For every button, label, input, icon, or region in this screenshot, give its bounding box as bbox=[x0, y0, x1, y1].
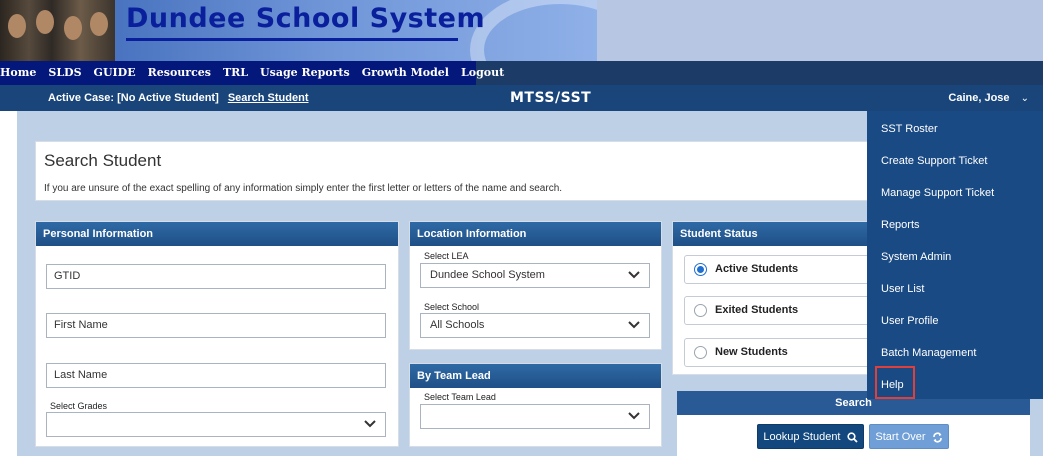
nav-resources[interactable]: Resources bbox=[142, 61, 217, 85]
chevron-down-icon bbox=[628, 320, 640, 330]
site-banner: Dundee School System bbox=[0, 0, 1043, 61]
nav-trl[interactable]: TRL bbox=[217, 61, 254, 85]
banner-photo bbox=[0, 0, 115, 61]
menu-item-batch-management[interactable]: Batch Management bbox=[881, 347, 976, 359]
search-student-link[interactable]: Search Student bbox=[228, 92, 309, 104]
gtid-input[interactable]: GTID bbox=[46, 264, 386, 289]
school-label: Select School bbox=[424, 302, 480, 312]
chevron-down-icon: ⌄ bbox=[1020, 93, 1029, 104]
nav-logout[interactable]: Logout bbox=[455, 61, 510, 85]
radio-selected-icon bbox=[694, 263, 707, 276]
lookup-student-label: Lookup Student bbox=[763, 431, 841, 443]
nav-guide[interactable]: GUIDE bbox=[88, 61, 142, 85]
nav-home[interactable]: Home bbox=[0, 61, 42, 85]
chevron-down-icon bbox=[364, 419, 376, 429]
menu-item-reports[interactable]: Reports bbox=[881, 219, 920, 231]
page-title: Search Student bbox=[44, 151, 162, 170]
menu-item-user-list[interactable]: User List bbox=[881, 283, 924, 295]
grades-label: Select Grades bbox=[50, 401, 108, 411]
lookup-student-button[interactable]: Lookup Student bbox=[757, 424, 864, 449]
lea-value: Dundee School System bbox=[430, 269, 545, 281]
search-icon bbox=[846, 431, 858, 443]
user-name: Caine, Jose bbox=[948, 92, 1010, 104]
menu-item-manage-support-ticket[interactable]: Manage Support Ticket bbox=[881, 187, 994, 199]
case-bar: Active Case: [No Active Student] Search … bbox=[0, 85, 1043, 111]
banner-decoration bbox=[470, 0, 597, 61]
team-lead-label: Select Team Lead bbox=[424, 392, 496, 402]
first-name-input[interactable]: First Name bbox=[46, 313, 386, 338]
lea-select[interactable]: Dundee School System bbox=[420, 263, 650, 288]
search-hint: If you are unsure of the exact spelling … bbox=[44, 183, 563, 194]
nav-slds[interactable]: SLDS bbox=[42, 61, 87, 85]
location-info-heading: Location Information bbox=[410, 222, 661, 246]
menu-item-system-admin[interactable]: System Admin bbox=[881, 251, 951, 263]
module-title: MTSS/SST bbox=[510, 90, 592, 106]
search-header-card: Search Student If you are unsure of the … bbox=[35, 141, 985, 201]
chevron-down-icon bbox=[628, 411, 640, 421]
nav-growth-model[interactable]: Growth Model bbox=[356, 61, 455, 85]
menu-item-user-profile[interactable]: User Profile bbox=[881, 315, 938, 327]
user-menu-toggle[interactable]: Caine, Jose ⌄ bbox=[948, 92, 1029, 104]
help-highlight-box bbox=[875, 366, 915, 399]
user-dropdown-menu: SST Roster Create Support Ticket Manage … bbox=[867, 111, 1043, 399]
radio-unselected-icon bbox=[694, 346, 707, 359]
team-lead-heading: By Team Lead bbox=[410, 364, 661, 388]
school-value: All Schools bbox=[430, 319, 485, 331]
radio-unselected-icon bbox=[694, 304, 707, 317]
banner-title: Dundee School System bbox=[126, 3, 486, 34]
active-case-text: Active Case: [No Active Student] bbox=[48, 92, 219, 104]
menu-item-sst-roster[interactable]: SST Roster bbox=[881, 123, 938, 135]
status-exited-label: Exited Students bbox=[715, 304, 799, 316]
menu-item-create-support-ticket[interactable]: Create Support Ticket bbox=[881, 155, 987, 167]
main-nav: Home SLDS GUIDE Resources TRL Usage Repo… bbox=[0, 61, 1043, 85]
start-over-label: Start Over bbox=[875, 431, 926, 443]
active-case: Active Case: [No Active Student] Search … bbox=[48, 92, 309, 104]
refresh-icon bbox=[932, 432, 943, 443]
status-new-label: New Students bbox=[715, 346, 788, 358]
start-over-button[interactable]: Start Over bbox=[869, 424, 949, 449]
last-name-input[interactable]: Last Name bbox=[46, 363, 386, 388]
personal-info-heading: Personal Information bbox=[36, 222, 398, 246]
team-lead-select[interactable] bbox=[420, 404, 650, 429]
banner-underline bbox=[126, 38, 458, 41]
grades-select[interactable] bbox=[46, 412, 386, 437]
school-select[interactable]: All Schools bbox=[420, 313, 650, 338]
status-active-label: Active Students bbox=[715, 263, 799, 275]
lea-label: Select LEA bbox=[424, 251, 469, 261]
nav-usage-reports[interactable]: Usage Reports bbox=[254, 61, 356, 85]
chevron-down-icon bbox=[628, 270, 640, 280]
